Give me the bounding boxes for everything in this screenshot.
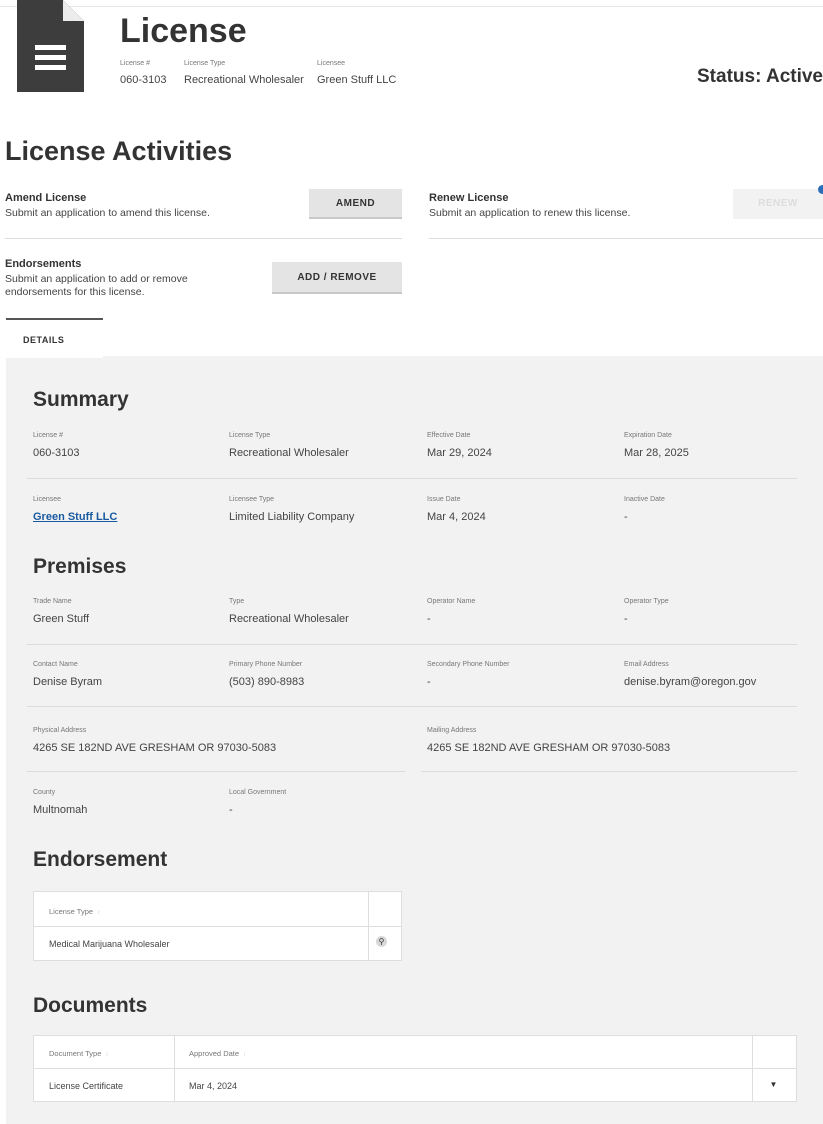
premises-local-government: Local Government - xyxy=(229,789,287,816)
divider xyxy=(27,771,405,772)
summary-expiration-date: Expiration Date Mar 28, 2025 xyxy=(624,432,689,459)
premises-operator-type: Operator Type - xyxy=(624,598,669,625)
premises-county: County Multnomah xyxy=(33,789,88,816)
table-cell: Mar 4, 2024 xyxy=(189,1081,238,1091)
premises-physical-address: Physical Address 4265 SE 182ND AVE GRESH… xyxy=(33,727,277,754)
activities-heading: License Activities xyxy=(5,136,233,166)
premises-operator-name: Operator Name - xyxy=(427,598,476,625)
documents-table: Document Type ↕ Approved Date ↕ License Ce… xyxy=(33,1035,797,1102)
table-cell: License Certificate xyxy=(49,1081,124,1091)
sort-icon[interactable]: ↕ xyxy=(97,910,100,916)
summary-licensee: Licensee Green Stuff LLC xyxy=(33,496,118,523)
summary-issue-date: Issue Date Mar 4, 2024 xyxy=(427,496,486,523)
magnify-icon[interactable]: ⚲ xyxy=(376,936,387,947)
header-licensee: Licensee Green Stuff LLC xyxy=(317,60,397,86)
header-license-number: License # 060-3103 xyxy=(120,60,167,86)
premises-trade-name: Trade Name Green Stuff xyxy=(33,598,90,625)
sort-icon[interactable]: ↕ xyxy=(105,1052,108,1058)
status-badge: Status: Active xyxy=(697,66,823,87)
sort-icon[interactable]: ↕ xyxy=(243,1052,246,1058)
divider xyxy=(27,644,797,645)
endorsements-block: Endorsements Submit an application to ad… xyxy=(5,258,188,299)
endorsement-table: License Type ↕ Medical Marijuana Wholesal… xyxy=(33,891,402,961)
premises-heading: Premises xyxy=(33,555,127,578)
renew-button[interactable]: RENEW xyxy=(733,189,823,219)
premises-contact-name: Contact Name Denise Byram xyxy=(33,661,103,688)
column-header-document-type[interactable]: Document Type ↕ xyxy=(49,1049,108,1058)
endorsement-heading: Endorsement xyxy=(33,848,168,871)
add-remove-button[interactable]: ADD / REMOVE xyxy=(272,262,402,294)
summary-license-number: License # 060-3103 xyxy=(33,432,80,459)
row-divider xyxy=(34,1068,796,1069)
premises-mailing-address: Mailing Address 4265 SE 182ND AVE GRESHA… xyxy=(427,727,671,754)
table-cell: Medical Marijuana Wholesaler xyxy=(49,939,170,949)
summary-heading: Summary xyxy=(33,388,129,411)
licensee-link[interactable]: Green Stuff LLC xyxy=(33,511,117,523)
divider xyxy=(27,706,797,707)
help-icon[interactable] xyxy=(818,185,823,194)
row-divider xyxy=(34,926,401,927)
renew-divider xyxy=(429,238,823,239)
summary-effective-date: Effective Date Mar 29, 2024 xyxy=(427,432,492,459)
divider xyxy=(27,478,797,479)
page-title: License xyxy=(120,12,247,50)
premises-email: Email Address denise.byram@oregon.gov xyxy=(624,661,757,688)
summary-license-type: License Type Recreational Wholesaler xyxy=(229,432,349,459)
summary-licensee-type: Licensee Type Limited Liability Company xyxy=(229,496,355,523)
divider xyxy=(421,771,797,772)
amend-license-block: Amend License Submit an application to a… xyxy=(5,192,210,219)
premises-type: Type Recreational Wholesaler xyxy=(229,598,349,625)
amend-divider xyxy=(5,238,402,239)
tab-details[interactable]: DETAILS xyxy=(6,318,103,358)
download-icon[interactable]: ▼ xyxy=(768,1079,779,1090)
amend-button[interactable]: AMEND xyxy=(309,189,402,219)
document-icon xyxy=(17,0,84,92)
header-license-type: License Type Recreational Wholesaler xyxy=(184,60,304,86)
premises-primary-phone: Primary Phone Number (503) 890-8983 xyxy=(229,661,305,688)
premises-secondary-phone: Secondary Phone Number - xyxy=(427,661,510,688)
top-divider xyxy=(0,6,823,7)
summary-inactive-date: Inactive Date - xyxy=(624,496,665,523)
column-header-license-type[interactable]: License Type ↕ xyxy=(49,907,100,916)
documents-heading: Documents xyxy=(33,994,148,1017)
renew-license-block: Renew License Submit an application to r… xyxy=(429,192,631,219)
column-header-approved-date[interactable]: Approved Date ↕ xyxy=(189,1049,246,1058)
